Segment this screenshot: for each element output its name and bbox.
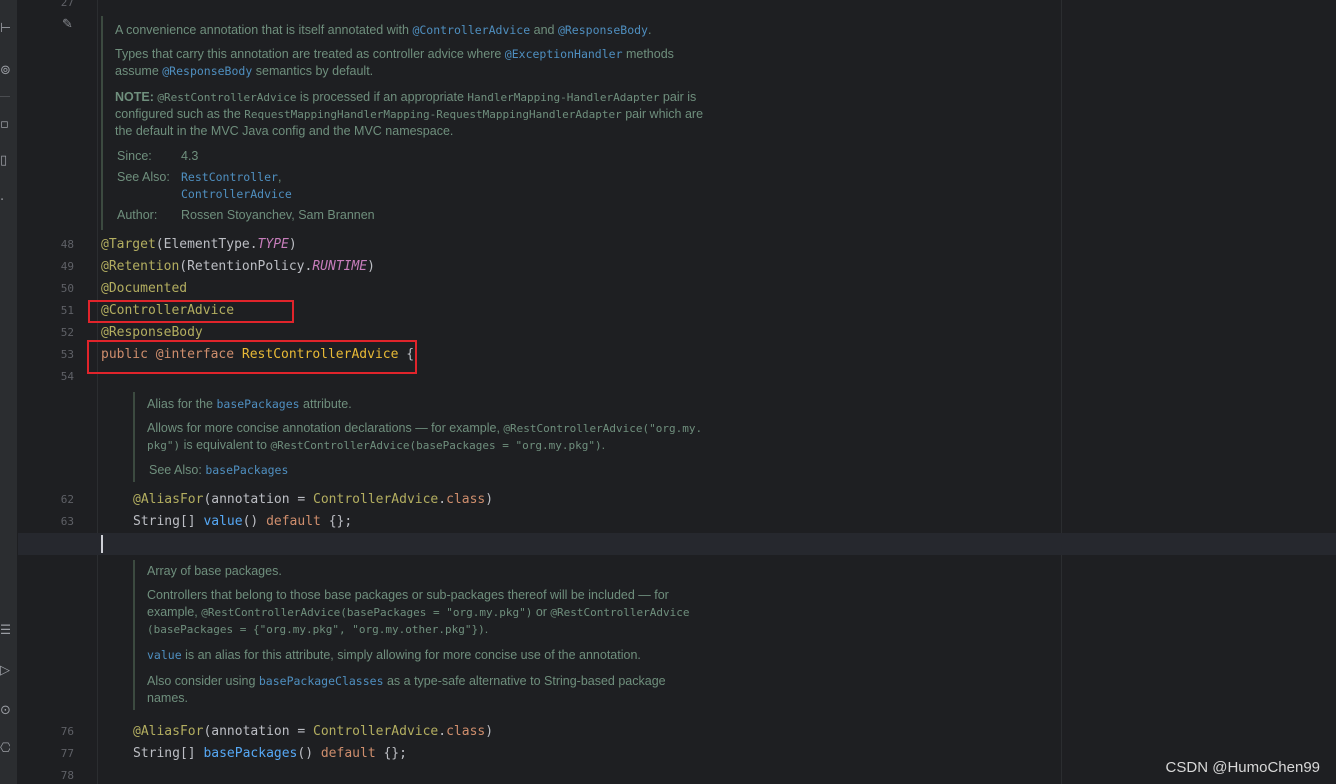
watermark: CSDN @HumoChen99: [1165, 759, 1320, 776]
line-number: 53: [60, 348, 74, 361]
doc-comment-bar: [101, 16, 103, 230]
line-number: 49: [60, 260, 74, 273]
line-number: 48: [60, 238, 74, 251]
more-tools-icon[interactable]: ·: [0, 194, 10, 208]
line-number: 77: [60, 747, 74, 760]
doc-tag-see-also: See Also: basePackages: [149, 463, 289, 477]
text-caret: [101, 535, 103, 553]
code-line-50[interactable]: @Documented: [101, 278, 187, 300]
doc-link[interactable]: @ResponseBody: [558, 23, 648, 37]
doc-link[interactable]: basePackageClasses: [259, 674, 384, 688]
doc-comment-bar: [133, 560, 135, 710]
editor-gutter: 27 48 49 50 51 52 53 54 62 63 64 76 77 7…: [18, 0, 98, 784]
doc-link[interactable]: @ResponseBody: [162, 64, 252, 78]
right-margin-guide: [1061, 0, 1062, 784]
bookmarks-icon[interactable]: ▯: [0, 154, 10, 168]
code-line-63[interactable]: String[] value() default {};: [133, 511, 352, 533]
class-doc-paragraph: A convenience annotation that is itself …: [115, 23, 652, 37]
line-number: 78: [60, 769, 74, 782]
code-line-76[interactable]: @AliasFor(annotation = ControllerAdvice.…: [133, 721, 493, 743]
line-number: 52: [60, 326, 74, 339]
line-number: 76: [60, 725, 74, 738]
code-line-49[interactable]: @Retention(RetentionPolicy.RUNTIME): [101, 256, 375, 278]
edit-doc-icon[interactable]: ✎: [62, 18, 76, 32]
line-number: 62: [60, 493, 74, 506]
doc-link[interactable]: @ControllerAdvice: [412, 23, 530, 37]
structure-icon[interactable]: ▫: [0, 118, 10, 132]
toolstrip-divider: [0, 96, 10, 97]
value-doc-paragraph: Alias for the basePackages attribute.: [147, 397, 352, 411]
doc-link[interactable]: ControllerAdvice: [181, 187, 292, 201]
gutter-border: [97, 0, 98, 784]
basepackages-doc-paragraph: Array of base packages.: [147, 564, 282, 578]
class-doc-paragraph: Types that carry this annotation are tre…: [115, 47, 674, 78]
doc-link[interactable]: value: [147, 648, 182, 662]
todo-icon[interactable]: ☰: [0, 624, 10, 638]
basepackages-doc-paragraph: value is an alias for this attribute, si…: [147, 648, 641, 662]
highlight-box-controlleradvice: [88, 300, 294, 323]
commit-icon[interactable]: ⊢: [0, 22, 10, 36]
line-number: 27: [60, 0, 74, 9]
highlight-box-interface-decl: [87, 340, 417, 374]
current-line-highlight: [18, 533, 1336, 555]
doc-tag-since: Since: 4.3: [117, 149, 199, 163]
services-icon[interactable]: ⊙: [0, 704, 10, 718]
code-line-77[interactable]: String[] basePackages() default {};: [133, 743, 407, 765]
pull-requests-icon[interactable]: ⊚: [0, 64, 10, 78]
class-doc-note: NOTE: @RestControllerAdvice is processed…: [115, 90, 704, 138]
line-number: 54: [60, 370, 74, 383]
basepackages-doc-paragraph: Controllers that belong to those base pa…: [147, 588, 690, 636]
line-number: 63: [60, 515, 74, 528]
doc-link[interactable]: basePackages: [216, 397, 299, 411]
doc-comment-bar: [133, 392, 135, 482]
value-doc-paragraph: Allows for more concise annotation decla…: [147, 421, 703, 452]
code-line-48[interactable]: @Target(ElementType.TYPE): [101, 234, 297, 256]
tool-window-strip: ⊢ ⊚ ▫ ▯ · ☰ ▷ ⊙ ⎔: [0, 0, 18, 784]
terminal-icon[interactable]: ⎔: [0, 742, 10, 756]
doc-link[interactable]: @ExceptionHandler: [505, 47, 623, 61]
doc-link[interactable]: basePackages: [205, 463, 288, 477]
doc-tag-author: Author: Rossen Stoyanchev, Sam Brannen: [117, 208, 375, 222]
code-line-62[interactable]: @AliasFor(annotation = ControllerAdvice.…: [133, 489, 493, 511]
doc-tag-see-also: See Also: RestController, ControllerAdvic…: [117, 170, 292, 201]
doc-link[interactable]: RestController: [181, 170, 278, 184]
basepackages-doc-paragraph: Also consider using basePackageClasses a…: [147, 674, 666, 705]
line-number: 51: [60, 304, 74, 317]
line-number: 50: [60, 282, 74, 295]
run-icon[interactable]: ▷: [0, 664, 10, 678]
